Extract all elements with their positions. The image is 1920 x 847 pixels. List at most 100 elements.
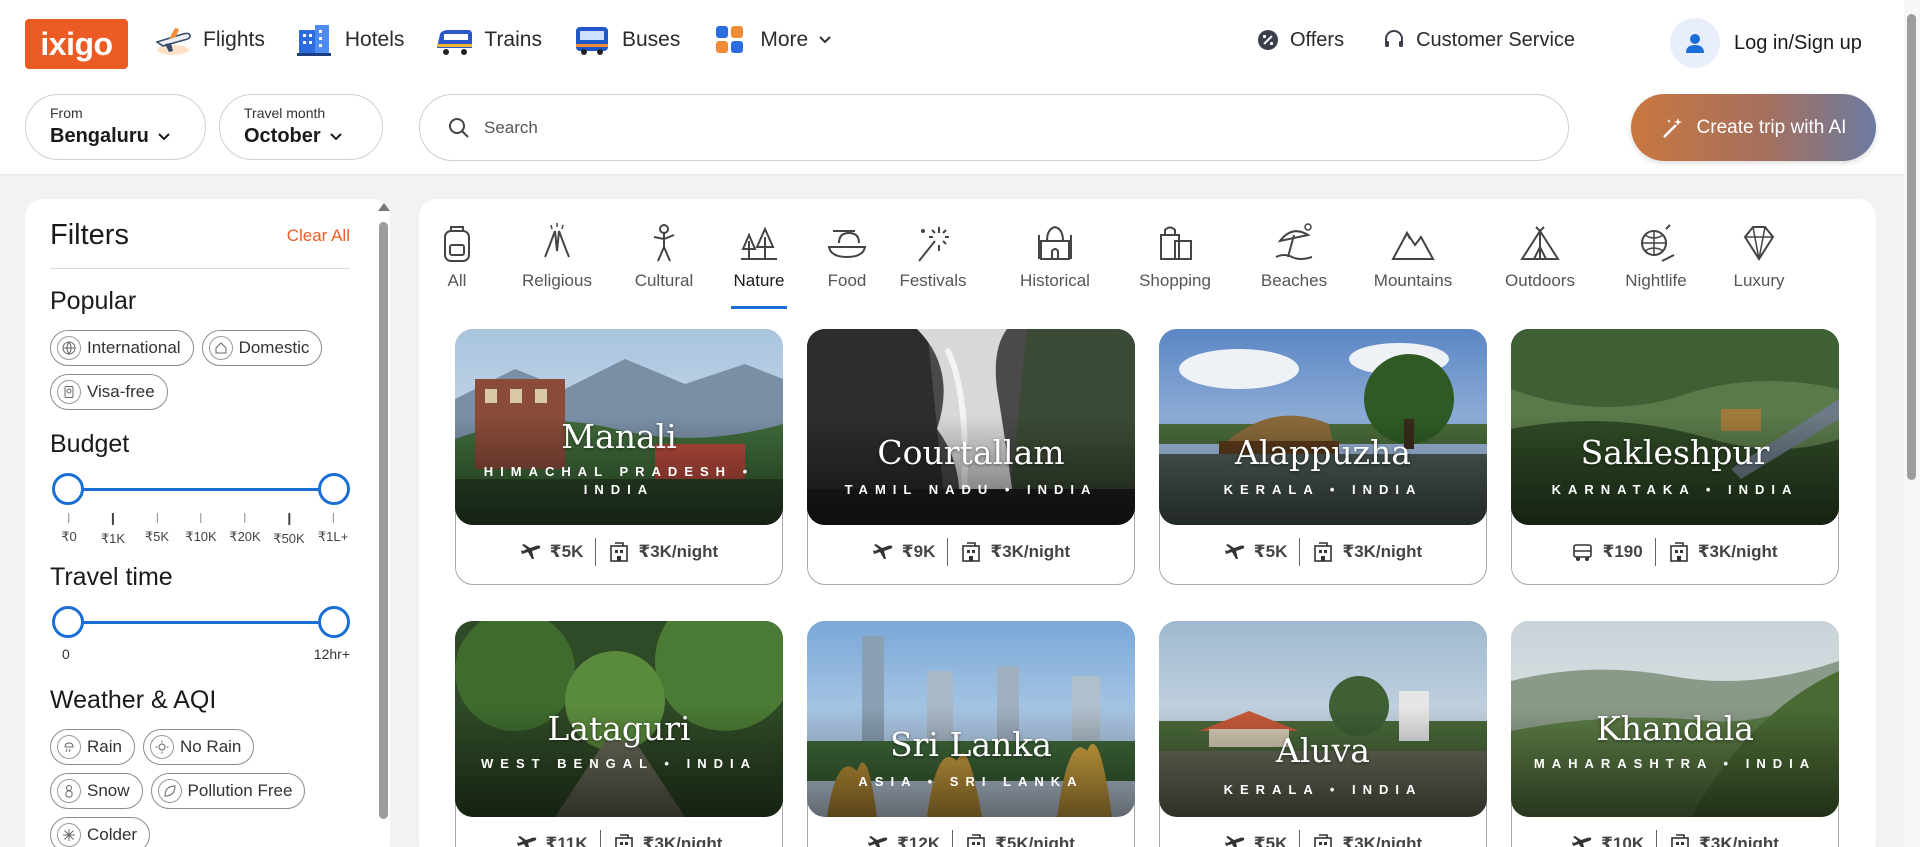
diamond-icon: [1743, 226, 1775, 261]
budget-title: Budget: [50, 430, 130, 458]
chip-international[interactable]: International: [50, 330, 194, 366]
chip-visa-free[interactable]: Visa-free: [50, 374, 168, 410]
chevron-down-icon: [158, 132, 170, 140]
create-trip-ai-button[interactable]: Create trip with AI: [1631, 94, 1876, 161]
user-icon: [1686, 34, 1704, 53]
nav-flights[interactable]: Flights: [153, 22, 265, 58]
page-scrollbar[interactable]: [1907, 14, 1916, 480]
chip-colder[interactable]: Colder: [50, 817, 151, 847]
destination-card-courtallam[interactable]: Courtallam TAMIL NADU • INDIA ₹9K ₹3K/ni…: [807, 329, 1135, 585]
create-trip-label: Create trip with AI: [1696, 116, 1847, 138]
weather-chips: Rain No Rain Snow Pollution Free Colder: [50, 729, 350, 847]
chip-snow-label: Snow: [87, 781, 130, 800]
tab-festivals[interactable]: Festivals: [897, 221, 969, 301]
destination-card-sakleshpur[interactable]: Sakleshpur KARNATAKA • INDIA ₹190 ₹3K/ni…: [1511, 329, 1839, 585]
destination-region: TAMIL NADU • INDIA: [844, 482, 1098, 497]
destination-card-lataguri[interactable]: Lataguri WEST BENGAL • INDIA ₹11K ₹3K/ni…: [455, 621, 783, 847]
tab-nature-label: Nature: [733, 271, 785, 290]
top-header: ixigo Flights Hotels Trains Buses More O…: [0, 0, 1904, 174]
hotel-icon: [1669, 542, 1688, 562]
chip-no-rain[interactable]: No Rain: [142, 729, 255, 765]
tab-mountains[interactable]: Mountains: [1371, 221, 1455, 301]
nav-buses-label: Buses: [621, 28, 681, 51]
offers-link[interactable]: Offers: [1256, 28, 1344, 52]
destination-card-sri-lanka[interactable]: Sri Lanka ASIA • SRI LANKA ₹12K ₹5K/nigh…: [807, 621, 1135, 847]
from-label: From: [50, 105, 83, 121]
destination-image: Lataguri WEST BENGAL • INDIA: [455, 621, 783, 817]
month-value: October: [244, 125, 321, 147]
tab-food[interactable]: Food: [825, 221, 869, 301]
travel-time-title: Travel time: [50, 563, 173, 591]
search-box[interactable]: [419, 94, 1569, 161]
sidebar-scroll-up-arrow[interactable]: [378, 203, 390, 211]
travel-price: ₹12K: [897, 834, 941, 847]
clear-all-button[interactable]: Clear All: [287, 226, 350, 246]
nav-more[interactable]: More: [710, 22, 832, 58]
travel-time-min-handle[interactable]: [52, 606, 84, 638]
stay-price: ₹3K/night: [642, 834, 723, 847]
tab-cultural[interactable]: Cultural: [625, 221, 703, 301]
hotel-icon: [962, 542, 981, 562]
destination-card-khandala[interactable]: Khandala MAHARASHTRA • INDIA ₹10K ₹3K/ni…: [1511, 621, 1839, 847]
destination-name: Alappuzha: [1235, 433, 1411, 472]
from-selector[interactable]: From Bengaluru: [25, 94, 206, 160]
travel-month-selector[interactable]: Travel month October: [219, 94, 383, 160]
chip-snow[interactable]: Snow: [50, 773, 143, 809]
destination-price-info: ₹190 ₹3K/night: [1512, 538, 1838, 566]
bus-icon: [1573, 544, 1593, 561]
login-button[interactable]: Log in/Sign up: [1670, 18, 1862, 68]
chip-domestic-label: Domestic: [238, 338, 310, 357]
backpack-icon: [444, 226, 470, 262]
tab-shopping-label: Shopping: [1139, 271, 1211, 290]
filters-header: Filters Clear All: [50, 219, 350, 269]
budget-slider[interactable]: [50, 469, 350, 509]
ixigo-logo[interactable]: ixigo: [25, 19, 128, 69]
travel-price: ₹9K: [901, 542, 936, 561]
magic-wand-icon: [1662, 117, 1682, 138]
destination-name: Courtallam: [877, 433, 1065, 472]
tab-all[interactable]: All: [431, 221, 483, 301]
destination-image: Sakleshpur KARNATAKA • INDIA: [1511, 329, 1839, 525]
tab-luxury[interactable]: Luxury: [1729, 221, 1789, 301]
train-icon: [437, 30, 473, 55]
chip-domestic[interactable]: Domestic: [201, 330, 323, 366]
tab-historical[interactable]: Historical: [1017, 221, 1093, 301]
tab-outdoors[interactable]: Outdoors: [1501, 221, 1579, 301]
nature-scene-icon: [741, 226, 777, 260]
chip-rain[interactable]: Rain: [50, 729, 135, 765]
destination-card-alappuzha[interactable]: Alappuzha KERALA • INDIA ₹5K ₹3K/night: [1159, 329, 1487, 585]
destination-price-info: ₹5K ₹3K/night: [456, 538, 782, 566]
tab-nightlife[interactable]: Nightlife: [1623, 221, 1689, 301]
customer-service-link[interactable]: Customer Service: [1382, 28, 1575, 52]
search-input[interactable]: [484, 117, 1384, 138]
budget-min-handle[interactable]: [52, 473, 84, 505]
snowman-icon: [57, 779, 81, 803]
customer-service-label: Customer Service: [1416, 28, 1576, 51]
nav-hotels[interactable]: Hotels: [295, 22, 404, 58]
tab-religious[interactable]: Religious: [513, 221, 601, 301]
tab-beaches-label: Beaches: [1260, 271, 1328, 290]
flight-icon: [516, 836, 536, 847]
nav-buses[interactable]: Buses: [572, 22, 680, 58]
tab-food-label: Food: [827, 271, 867, 290]
nav-trains[interactable]: Trains: [434, 22, 542, 58]
destination-card-aluva[interactable]: Aluva KERALA • INDIA ₹5K ₹3K/night: [1159, 621, 1487, 847]
hotel-icon: [1314, 542, 1333, 562]
destination-name: Lataguri: [547, 709, 691, 748]
chip-pollution-free-label: Pollution Free: [187, 781, 293, 800]
food-icon: [827, 230, 867, 259]
sidebar-scrollbar[interactable]: [379, 222, 388, 819]
home-icon: [208, 336, 233, 360]
tab-beaches[interactable]: Beaches: [1259, 221, 1329, 301]
tab-nature[interactable]: Nature: [731, 221, 787, 309]
destination-name: Khandala: [1596, 709, 1754, 748]
chip-pollution-free[interactable]: Pollution Free: [150, 773, 306, 809]
travel-time-slider[interactable]: [50, 602, 350, 642]
stay-price: ₹3K/night: [1342, 834, 1423, 847]
tab-shopping[interactable]: Shopping: [1137, 221, 1213, 301]
budget-tick: ₹20K: [229, 513, 261, 545]
budget-max-handle[interactable]: [318, 473, 350, 505]
rain-icon: [57, 735, 81, 759]
travel-time-max-handle[interactable]: [318, 606, 350, 638]
destination-card-manali[interactable]: Manali HIMACHAL PRADESH • INDIA ₹5K ₹3K/…: [455, 329, 783, 585]
